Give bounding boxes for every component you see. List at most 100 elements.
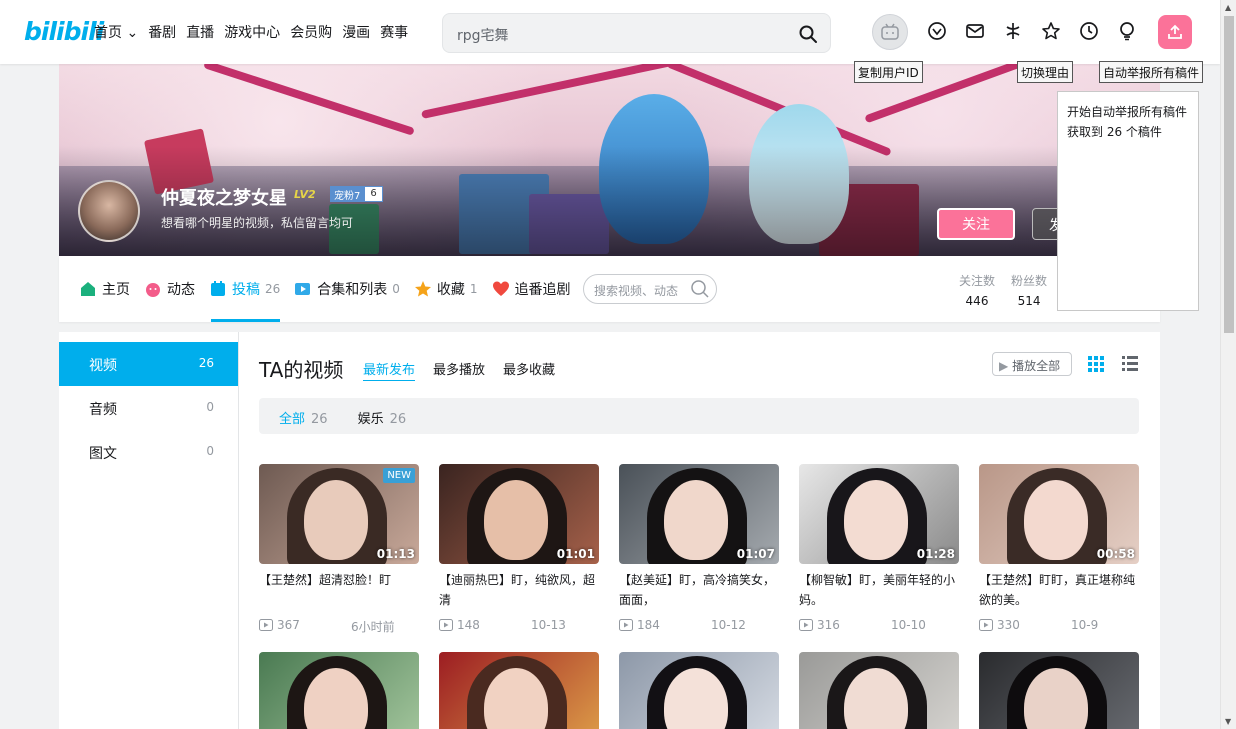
nav-anime[interactable]: 番剧 — [148, 22, 176, 42]
video-thumbnail[interactable] — [799, 652, 959, 729]
video-thumbnail[interactable]: 01:28 — [799, 464, 959, 564]
level-badge: LV2 — [294, 188, 316, 201]
tab-home[interactable]: 主页 — [79, 278, 130, 300]
top-nav-bar: bilibili 首页 ⌄ 番剧 直播 游戏中心 会员购 漫画 赛事 rpg宅舞 — [0, 0, 1220, 64]
nav-home[interactable]: 首页 ⌄ — [94, 22, 138, 42]
space-tab-bar: 主页 动态 投稿 26 合集和列表 0 收藏 1 追番追剧 搜索视频、动态 关注… — [59, 256, 1160, 322]
video-thumbnail[interactable]: 00:58 — [979, 464, 1139, 564]
nav-manga[interactable]: 漫画 — [342, 22, 370, 42]
video-thumbnail[interactable]: 01:01 — [439, 464, 599, 564]
bilibili-logo[interactable]: bilibili — [24, 17, 104, 46]
order-most-played[interactable]: 最多播放 — [433, 359, 485, 381]
report-status-line: 获取到 26 个稿件 — [1067, 125, 1162, 139]
new-badge: NEW — [383, 468, 415, 483]
video-card[interactable] — [619, 652, 779, 729]
sidebar-item-article[interactable]: 图文 0 — [59, 430, 238, 474]
tab-collections[interactable]: 合集和列表 0 — [294, 278, 400, 300]
video-duration: 00:58 — [1096, 547, 1135, 561]
search-icon[interactable] — [798, 24, 818, 48]
video-thumbnail[interactable]: NEW 01:13 — [259, 464, 419, 564]
video-meta: 330 10-9 — [979, 618, 1139, 634]
switch-reason-button[interactable]: 切换理由 — [1017, 61, 1074, 83]
order-tabs: 最新发布 最多播放 最多收藏 — [363, 359, 555, 381]
video-title[interactable]: 【赵美延】盯，高冷搞笑女，面面， — [619, 570, 779, 610]
tab-favorites[interactable]: 收藏 1 — [414, 278, 478, 300]
video-title[interactable]: 【王楚然】超清怼脸！盯 — [259, 570, 419, 610]
tab-uploads[interactable]: 投稿 26 — [209, 278, 280, 300]
space-search-input[interactable]: 搜索视频、动态 — [583, 274, 717, 304]
page-scrollbar[interactable]: ▲ ▼ — [1220, 0, 1236, 729]
history-clock-icon[interactable] — [1078, 20, 1100, 42]
creation-bulb-icon[interactable] — [1116, 20, 1138, 42]
tab-bangumi[interactable]: 追番追剧 — [492, 278, 571, 300]
grid-view-icon[interactable] — [1088, 356, 1104, 376]
nav-esports[interactable]: 赛事 — [380, 22, 408, 42]
upload-icon — [1168, 24, 1182, 39]
favorite-star-icon[interactable] — [1040, 20, 1062, 42]
uploads-sidebar: 视频 26 音频 0 图文 0 — [59, 332, 239, 729]
video-title[interactable]: 【王楚然】盯盯，真正堪称纯欲的美。 — [979, 570, 1139, 610]
video-meta: 184 10-12 — [619, 618, 779, 634]
video-thumbnail[interactable] — [979, 652, 1139, 729]
profile-avatar[interactable] — [78, 180, 140, 242]
video-card[interactable]: 01:07 【赵美延】盯，高冷搞笑女，面面， 184 10-12 — [619, 464, 779, 634]
video-card[interactable] — [979, 652, 1139, 729]
copy-user-id-button[interactable]: 复制用户ID — [854, 61, 923, 83]
video-title[interactable]: 【迪丽热巴】盯，纯欲风，超清 — [439, 570, 599, 610]
sidebar-item-video[interactable]: 视频 26 — [59, 342, 238, 386]
video-card[interactable] — [799, 652, 959, 729]
filter-all[interactable]: 全部 26 — [279, 408, 328, 434]
video-card[interactable]: 00:58 【王楚然】盯盯，真正堪称纯欲的美。 330 10-9 — [979, 464, 1139, 634]
play-count-icon — [619, 619, 633, 631]
sidebar-item-audio[interactable]: 音频 0 — [59, 386, 238, 430]
home-icon — [81, 282, 95, 296]
video-icon — [211, 281, 225, 296]
fan-medal[interactable]: 宠粉7 6 — [330, 186, 383, 202]
video-card[interactable] — [439, 652, 599, 729]
dynamic-icon[interactable] — [1002, 20, 1024, 42]
nav-live[interactable]: 直播 — [186, 22, 214, 42]
following-stat[interactable]: 关注数 446 — [959, 272, 995, 308]
play-count-icon — [259, 619, 273, 631]
scrollbar-thumb[interactable] — [1224, 16, 1234, 333]
user-avatar[interactable] — [872, 14, 908, 50]
search-box[interactable]: rpg宅舞 — [442, 13, 831, 53]
video-duration: 01:13 — [376, 547, 415, 561]
scroll-down-arrow-icon[interactable]: ▼ — [1225, 717, 1231, 726]
category-filter: 全部 26 娱乐 26 — [259, 398, 1139, 434]
heart-icon — [492, 281, 509, 296]
video-card[interactable]: 01:28 【柳智敏】盯，美丽年轻的小妈。 316 10-10 — [799, 464, 959, 634]
vip-icon[interactable] — [926, 20, 948, 42]
video-thumbnail[interactable] — [619, 652, 779, 729]
order-most-favorited[interactable]: 最多收藏 — [503, 359, 555, 381]
video-duration: 01:28 — [916, 547, 955, 561]
uploads-panel: 视频 26 音频 0 图文 0 TA的视频 最新发布 最多播放 最多收藏 ▶ 播放全部… — [59, 332, 1160, 729]
video-card[interactable] — [259, 652, 419, 729]
follow-button[interactable]: 关注 — [937, 208, 1015, 240]
video-duration: 01:07 — [736, 547, 775, 561]
video-title[interactable]: 【柳智敏】盯，美丽年轻的小妈。 — [799, 570, 959, 610]
video-thumbnail[interactable] — [439, 652, 599, 729]
video-card[interactable]: 01:01 【迪丽热巴】盯，纯欲风，超清 148 10-13 — [439, 464, 599, 634]
tab-dynamic[interactable]: 动态 — [144, 278, 195, 300]
video-card[interactable]: NEW 01:13 【王楚然】超清怼脸！盯 367 6小时前 — [259, 464, 419, 634]
video-meta: 148 10-13 — [439, 618, 599, 634]
scroll-up-arrow-icon[interactable]: ▲ — [1225, 3, 1231, 12]
search-input[interactable]: rpg宅舞 — [457, 25, 509, 45]
message-icon[interactable] — [964, 20, 986, 42]
video-thumbnail[interactable] — [259, 652, 419, 729]
search-icon[interactable] — [690, 279, 710, 302]
upload-button[interactable] — [1158, 15, 1192, 49]
filter-entertainment[interactable]: 娱乐 26 — [358, 408, 407, 434]
video-thumbnail[interactable]: 01:07 — [619, 464, 779, 564]
auto-report-button[interactable]: 自动举报所有稿件 — [1099, 61, 1204, 83]
report-status-line: 开始自动举报所有稿件 — [1067, 105, 1188, 119]
nav-mall[interactable]: 会员购 — [290, 22, 332, 42]
top-nav-links: 首页 ⌄ 番剧 直播 游戏中心 会员购 漫画 赛事 — [94, 22, 408, 42]
play-count-icon — [979, 619, 993, 631]
order-latest[interactable]: 最新发布 — [363, 359, 416, 381]
list-view-icon[interactable] — [1122, 356, 1138, 376]
nav-game-center[interactable]: 游戏中心 — [224, 22, 280, 42]
play-all-button[interactable]: ▶ 播放全部 — [992, 352, 1072, 376]
followers-stat[interactable]: 粉丝数 514 — [1011, 272, 1047, 308]
